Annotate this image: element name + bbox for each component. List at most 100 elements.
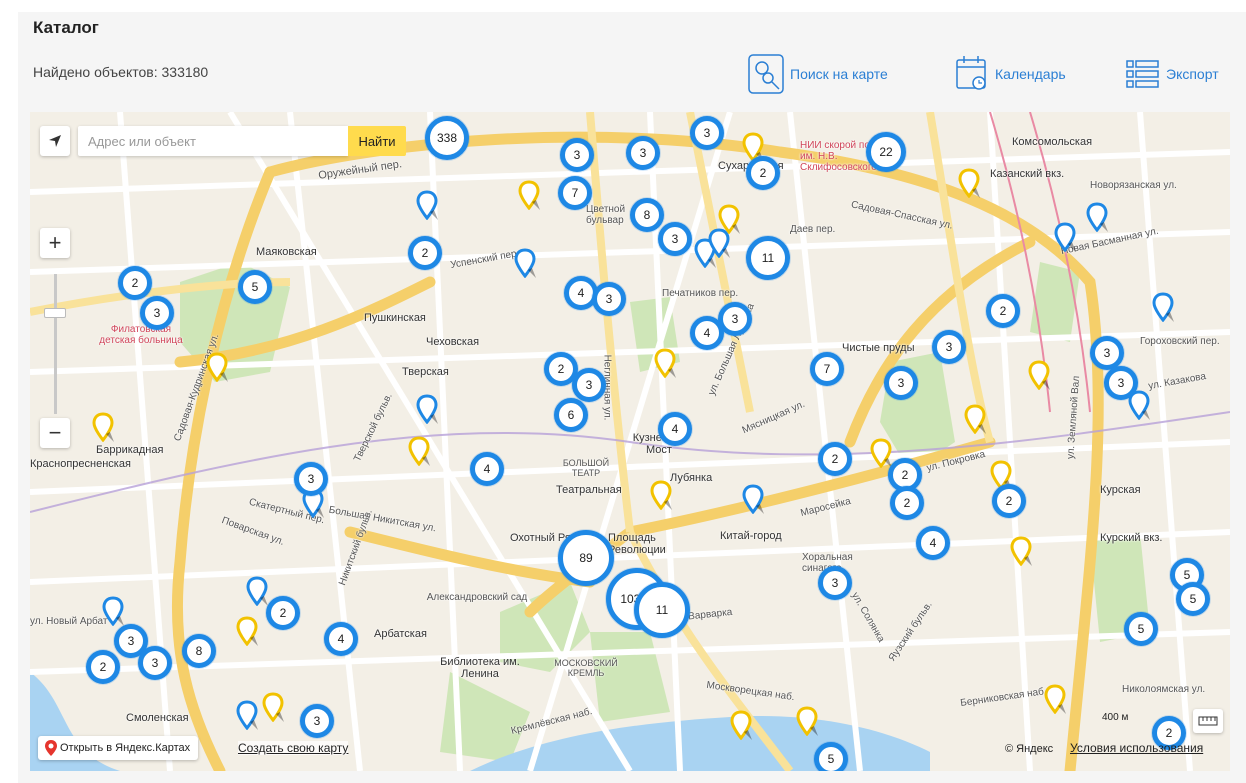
cluster-marker[interactable]: 2	[890, 486, 924, 520]
cluster-marker[interactable]: 2	[266, 596, 300, 630]
cluster-marker[interactable]: 3	[658, 222, 692, 256]
label-biblioteka: Библиотека им. Ленина	[440, 656, 520, 680]
cluster-marker[interactable]: 5	[814, 742, 848, 771]
scale-label: 400 м	[1102, 712, 1129, 723]
find-button[interactable]: Найти	[348, 126, 406, 156]
cluster-marker[interactable]: 3	[572, 368, 606, 402]
cluster-marker[interactable]: 2	[986, 294, 1020, 328]
terms-link[interactable]: Условия использования	[1070, 741, 1203, 755]
cluster-marker[interactable]: 4	[916, 526, 950, 560]
cluster-marker[interactable]: 3	[300, 704, 334, 738]
object-pin[interactable]	[1152, 292, 1174, 323]
object-pin[interactable]	[1028, 360, 1050, 391]
page-title: Каталог	[33, 18, 99, 37]
cluster-marker[interactable]: 5	[1124, 612, 1158, 646]
export-button[interactable]: Экспорт	[1126, 52, 1219, 96]
zoom-out-button[interactable]: −	[40, 418, 70, 448]
cluster-marker[interactable]: 4	[324, 622, 358, 656]
cluster-marker[interactable]: 3	[818, 566, 852, 600]
object-pin[interactable]	[92, 412, 114, 443]
label-kitay-gorod: Китай-город	[720, 530, 782, 542]
cluster-marker[interactable]: 22	[866, 132, 906, 172]
cluster-marker[interactable]: 2	[992, 484, 1026, 518]
object-pin[interactable]	[964, 404, 986, 435]
export-label: Экспорт	[1166, 66, 1219, 82]
cluster-marker[interactable]: 4	[658, 412, 692, 446]
object-pin[interactable]	[102, 596, 124, 627]
cluster-marker[interactable]: 6	[554, 398, 588, 432]
object-pin[interactable]	[416, 394, 438, 425]
zoom-slider-handle[interactable]	[44, 308, 66, 318]
cluster-marker[interactable]: 338	[425, 116, 469, 160]
object-pin[interactable]	[742, 484, 764, 515]
open-in-yandex-label: Открыть в Яндекс.Картах	[60, 742, 191, 754]
map-search-input[interactable]	[78, 126, 348, 156]
location-pin-icon	[45, 740, 57, 756]
cluster-marker[interactable]: 3	[690, 116, 724, 150]
cluster-marker[interactable]: 2	[118, 266, 152, 300]
zoom-in-button[interactable]: +	[40, 228, 70, 258]
cluster-marker[interactable]: 5	[238, 270, 272, 304]
cluster-marker[interactable]: 2	[746, 156, 780, 190]
cluster-marker[interactable]: 3	[592, 282, 626, 316]
object-pin[interactable]	[262, 692, 284, 723]
object-pin[interactable]	[730, 710, 752, 741]
object-pin[interactable]	[958, 168, 980, 199]
cluster-marker[interactable]: 3	[560, 138, 594, 172]
cluster-marker[interactable]: 2	[408, 236, 442, 270]
cluster-marker[interactable]: 7	[558, 176, 592, 210]
object-pin[interactable]	[654, 348, 676, 379]
cluster-marker[interactable]: 3	[1104, 366, 1138, 400]
object-pin[interactable]	[650, 480, 672, 511]
navigation-arrow-icon	[49, 135, 61, 147]
label-kazansky: Казанский вкз.	[990, 168, 1065, 180]
map-view[interactable]: Комсомольская Казанский вкз. Новорязанск…	[30, 112, 1230, 771]
cluster-marker[interactable]: 8	[630, 198, 664, 232]
cluster-marker[interactable]: 3	[294, 462, 328, 496]
ruler-button[interactable]	[1193, 709, 1223, 733]
object-pin[interactable]	[518, 180, 540, 211]
label-aleksandrovsky: Александровский сад	[426, 592, 528, 603]
calendar-button[interactable]: Календарь	[955, 52, 1066, 96]
object-pin[interactable]	[416, 190, 438, 221]
object-pin[interactable]	[514, 248, 536, 279]
zoom-slider-track[interactable]	[54, 274, 57, 414]
object-pin[interactable]	[206, 352, 228, 383]
label-teatralnaya: Театральная	[556, 484, 622, 496]
object-pin[interactable]	[1044, 684, 1066, 715]
object-pin[interactable]	[1086, 202, 1108, 233]
create-map-link[interactable]: Создать свою карту	[238, 741, 349, 755]
cluster-marker[interactable]: 11	[634, 582, 690, 638]
cluster-marker[interactable]: 2	[86, 650, 120, 684]
map-search-button[interactable]: Поиск на карте	[748, 52, 888, 96]
cluster-marker[interactable]: 3	[1090, 336, 1124, 370]
label-komsomolskaya: Комсомольская	[1012, 136, 1093, 148]
cluster-marker[interactable]: 4	[470, 452, 504, 486]
cluster-marker[interactable]: 4	[690, 316, 724, 350]
object-pin[interactable]	[870, 438, 892, 469]
cluster-marker[interactable]: 8	[182, 634, 216, 668]
open-in-yandex-button[interactable]: Открыть в Яндекс.Картах	[38, 736, 199, 760]
cluster-marker[interactable]: 89	[558, 530, 614, 586]
cluster-marker[interactable]: 11	[746, 236, 790, 280]
label-krasnopresnenskaya: Краснопресненская	[30, 458, 131, 470]
object-pin[interactable]	[1054, 222, 1076, 253]
cluster-marker[interactable]: 2	[818, 442, 852, 476]
object-pin[interactable]	[236, 616, 258, 647]
cluster-marker[interactable]: 5	[1176, 582, 1210, 616]
cluster-marker[interactable]: 3	[626, 136, 660, 170]
found-count: Найдено объектов: 333180	[33, 64, 209, 80]
cluster-marker[interactable]: 3	[140, 296, 174, 330]
cluster-marker[interactable]: 3	[932, 330, 966, 364]
object-pin[interactable]	[246, 576, 268, 607]
object-pin[interactable]	[408, 436, 430, 467]
object-pin[interactable]	[718, 204, 740, 235]
object-pin[interactable]	[796, 706, 818, 737]
object-pin[interactable]	[1010, 536, 1032, 567]
cluster-marker[interactable]: 3	[884, 366, 918, 400]
cluster-marker[interactable]: 7	[810, 352, 844, 386]
cluster-marker[interactable]: 3	[138, 646, 172, 680]
label-novoryazanskaya: Новорязанская ул.	[1090, 180, 1177, 191]
geolocation-button[interactable]	[40, 126, 70, 156]
object-pin[interactable]	[236, 700, 258, 731]
